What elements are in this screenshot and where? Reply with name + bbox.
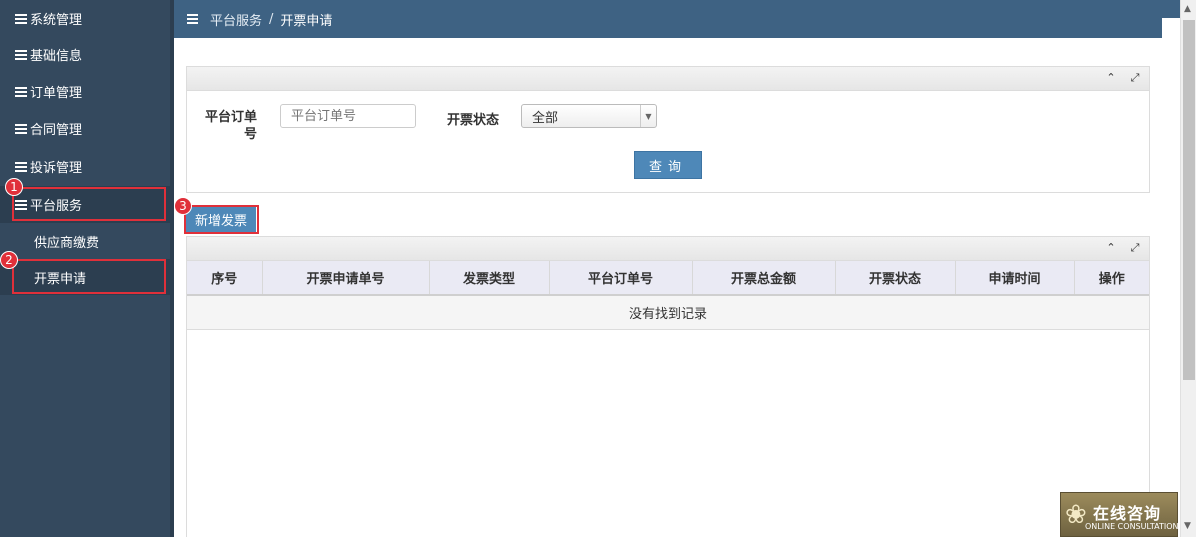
sidebar-item-label: 平台服务	[30, 199, 83, 214]
list-icon	[15, 13, 27, 24]
search-panel: ⌃ ⤢ 平台订单号 开票状态 全部 ▼ 查询	[186, 66, 1150, 193]
column-header[interactable]: 开票申请单号	[262, 261, 430, 296]
expand-icon[interactable]: ⤢	[1129, 241, 1141, 255]
column-header[interactable]: 平台订单号	[549, 261, 693, 296]
sidebar-item-orders[interactable]: 订单管理	[0, 73, 170, 110]
list-icon	[15, 123, 27, 134]
table-panel-header: ⌃ ⤢	[187, 237, 1149, 261]
invoice-status-label: 开票状态	[447, 113, 500, 128]
sidebar-subitem-label: 开票申请	[34, 271, 87, 287]
column-header[interactable]: 操作	[1074, 261, 1149, 296]
sidebar-edge	[170, 0, 174, 537]
sidebar-item-label: 订单管理	[30, 86, 83, 101]
sidebar-item-label: 合同管理	[30, 123, 83, 138]
column-header[interactable]: 开票总金额	[692, 261, 836, 296]
column-header[interactable]: 开票状态	[835, 261, 956, 296]
breadcrumb-parent[interactable]: 平台服务	[210, 10, 262, 29]
right-gutter-top	[1162, 0, 1180, 18]
sidebar-item-label: 基础信息	[30, 49, 83, 64]
invoice-status-select[interactable]: 全部 ▼	[521, 104, 657, 128]
search-panel-header: ⌃ ⤢	[187, 67, 1149, 91]
sidebar-subitem-invoice-application[interactable]: 开票申请	[0, 259, 170, 295]
sidebar-item-basic-info[interactable]: 基础信息	[0, 36, 170, 73]
step-badge-3: 3	[174, 197, 192, 215]
right-gutter	[1162, 0, 1180, 537]
sidebar-item-complaints[interactable]: 投诉管理	[0, 148, 170, 185]
expand-icon[interactable]: ⤢	[1129, 71, 1141, 85]
column-header[interactable]: 发票类型	[429, 261, 550, 296]
sidebar-item-system[interactable]: 系统管理	[0, 0, 170, 37]
chevron-down-icon: ▼	[640, 105, 656, 127]
invoice-table: 序号 开票申请单号 发票类型 平台订单号 开票总金额 开票状态 申请时间 操作 …	[187, 261, 1149, 330]
sidebar-item-label: 系统管理	[30, 13, 83, 28]
list-icon	[15, 161, 27, 172]
table-panel: ⌃ ⤢ 序号 开票申请单号 发票类型 平台订单号 开票总金额 开票状态 申请时间…	[186, 236, 1150, 537]
sidebar-item-platform-service[interactable]: 平台服务	[0, 186, 170, 223]
add-invoice-button[interactable]: 新增发票	[186, 206, 256, 232]
table-header-row: 序号 开票申请单号 发票类型 平台订单号 开票总金额 开票状态 申请时间 操作	[187, 261, 1149, 296]
column-header[interactable]: 序号	[187, 261, 263, 296]
scroll-down-icon[interactable]: ▼	[1184, 521, 1191, 531]
list-icon	[15, 86, 27, 97]
consultation-subtitle: ONLINE CONSULTATION	[1085, 522, 1179, 531]
list-icon	[15, 199, 27, 210]
top-bar: 平台服务 / 开票申请	[174, 0, 1162, 38]
collapse-icon[interactable]: ⌃	[1105, 241, 1117, 255]
order-number-input[interactable]	[280, 104, 416, 128]
column-header[interactable]: 申请时间	[955, 261, 1075, 296]
sidebar-item-contracts[interactable]: 合同管理	[0, 110, 170, 147]
sidebar-item-label: 投诉管理	[30, 161, 83, 176]
step-badge-2: 2	[0, 251, 18, 269]
breadcrumb-current: 开票申请	[280, 13, 333, 29]
collapse-icon[interactable]: ⌃	[1105, 71, 1117, 85]
scroll-up-icon[interactable]: ▲	[1184, 4, 1191, 14]
query-button[interactable]: 查询	[634, 151, 702, 179]
table-row: 没有找到记录	[187, 295, 1149, 330]
online-consultation-widget[interactable]: ❀ 在线咨询 ONLINE CONSULTATION	[1060, 492, 1178, 537]
sidebar-subitem-supplier-fee[interactable]: 供应商缴费	[0, 223, 170, 259]
order-number-label: 平台订单号	[204, 110, 257, 142]
sidebar-subitem-label: 供应商缴费	[34, 235, 100, 251]
vertical-scrollbar[interactable]: ▲ ▼	[1180, 0, 1196, 537]
scrollbar-thumb[interactable]	[1183, 20, 1195, 380]
hamburger-icon[interactable]	[187, 14, 198, 24]
empty-message: 没有找到记录	[187, 295, 1149, 330]
list-icon	[15, 49, 27, 60]
breadcrumb-separator: /	[269, 11, 274, 27]
step-badge-1: 1	[5, 178, 23, 196]
invoice-status-value: 全部	[532, 110, 559, 126]
consultation-title: 在线咨询	[1093, 504, 1162, 523]
